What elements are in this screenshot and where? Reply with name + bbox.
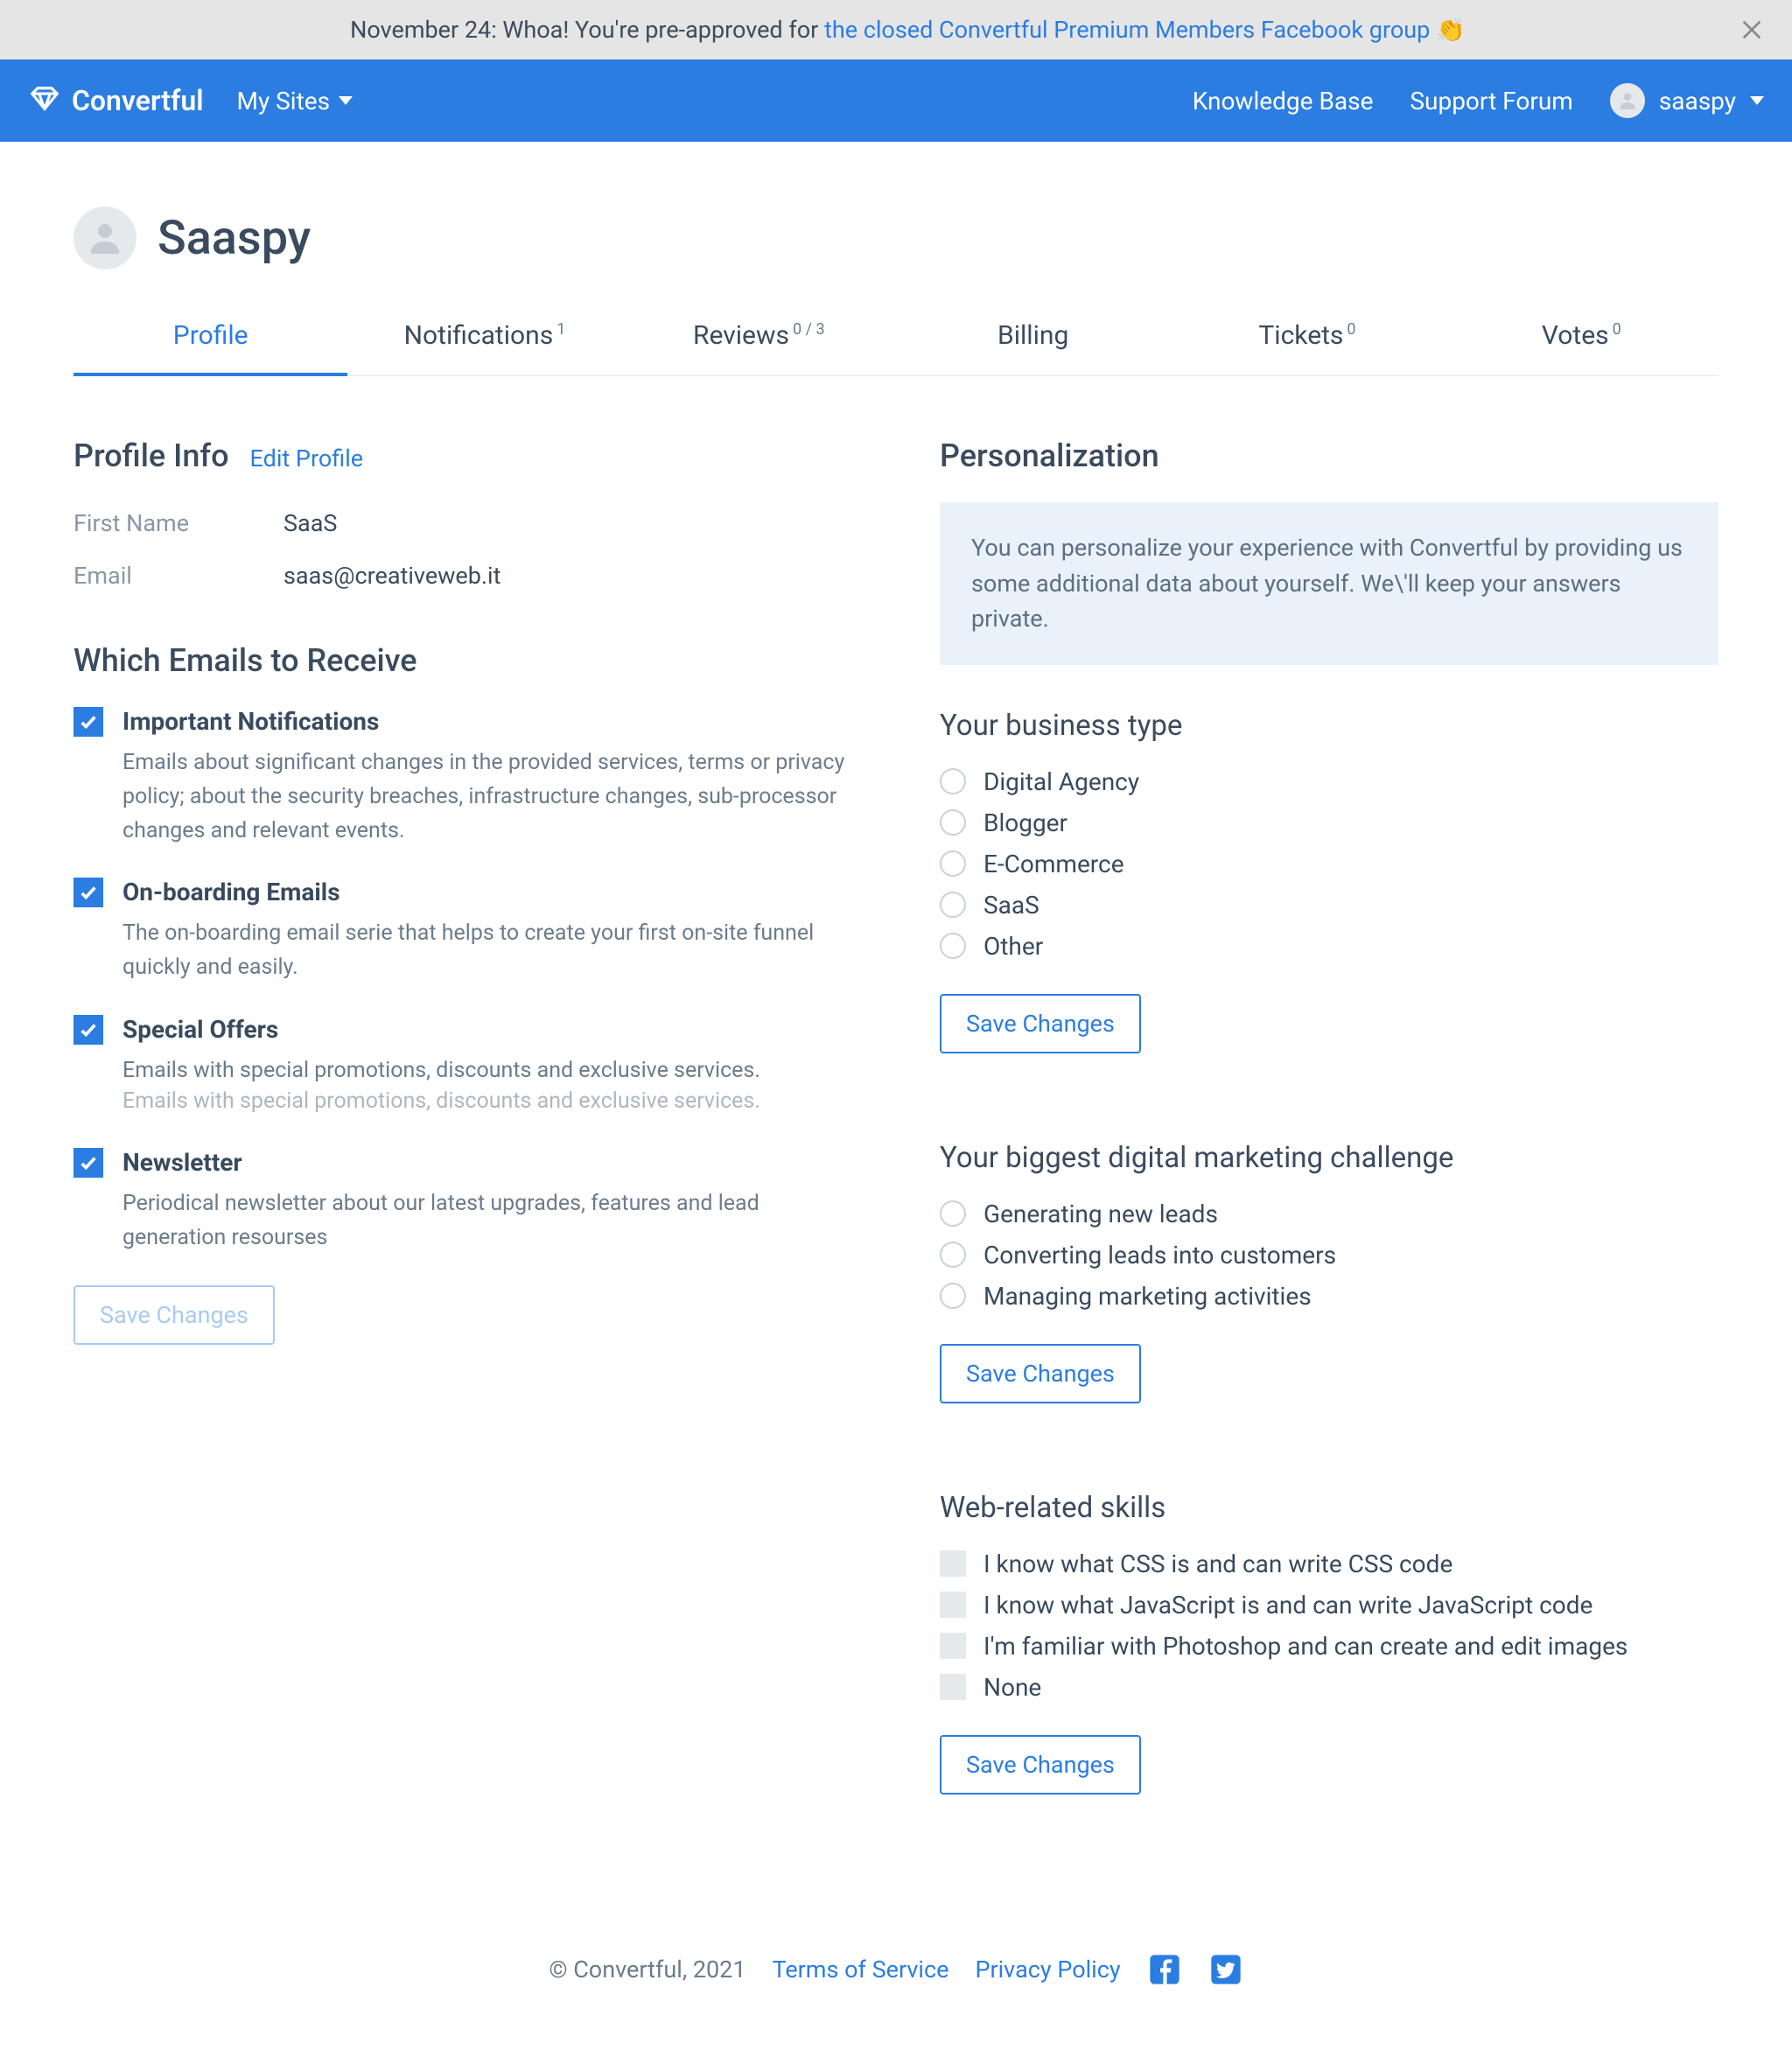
radio-ecommerce[interactable]: E-Commerce [940, 850, 1718, 878]
checkbox-important[interactable] [74, 707, 103, 737]
footer: © Convertful, 2021 Terms of Service Priv… [74, 1900, 1718, 2057]
onboarding-title: On-boarding Emails [122, 878, 852, 906]
tab-tickets[interactable]: Tickets0 [1170, 303, 1444, 375]
skills-heading: Web-related skills [940, 1491, 1718, 1525]
user-header: Saaspy [74, 206, 1718, 269]
banner-text: November 24: Whoa! You're pre-approved f… [326, 0, 1465, 72]
check-js[interactable]: I know what JavaScript is and can write … [940, 1591, 1718, 1620]
emails-heading: Which Emails to Receive [74, 642, 852, 679]
important-desc: Emails about significant changes in the … [122, 746, 852, 848]
page-title: Saaspy [158, 211, 311, 266]
check-photoshop[interactable]: I'm familiar with Photoshop and can crea… [940, 1632, 1718, 1661]
radio-manage-marketing[interactable]: Managing marketing activities [940, 1282, 1718, 1311]
newsletter-desc: Periodical newsletter about our latest u… [122, 1187, 852, 1256]
tab-billing[interactable]: Billing [896, 303, 1170, 375]
banner-link[interactable]: the closed Convertful Premium Members Fa… [824, 16, 1430, 44]
my-sites-menu[interactable]: My Sites [237, 87, 354, 115]
checkbox-newsletter[interactable] [74, 1148, 103, 1178]
first-name-label: First Name [74, 509, 284, 537]
footer-copyright: © Convertful, 2021 [549, 1956, 746, 1984]
email-value: saas@creativeweb.it [284, 562, 500, 590]
radio-digital-agency[interactable]: Digital Agency [940, 767, 1718, 796]
save-emails-button[interactable]: Save Changes [74, 1285, 275, 1345]
radio-icon [940, 1242, 966, 1268]
user-menu[interactable]: saaspy [1610, 83, 1764, 118]
check-css[interactable]: I know what CSS is and can write CSS cod… [940, 1550, 1718, 1578]
privacy-link[interactable]: Privacy Policy [975, 1956, 1120, 1984]
email-label: Email [74, 562, 284, 590]
brand-logo[interactable]: Convertful [28, 84, 204, 117]
checkbox-offers[interactable] [74, 1015, 103, 1045]
business-type-group: Digital Agency Blogger E-Commerce SaaS O… [940, 767, 1718, 961]
radio-icon [940, 768, 966, 794]
checkbox-icon [940, 1592, 966, 1618]
important-title: Important Notifications [122, 707, 852, 736]
terms-link[interactable]: Terms of Service [773, 1956, 949, 1984]
radio-icon [940, 1283, 966, 1309]
save-skills-button[interactable]: Save Changes [940, 1735, 1141, 1795]
banner-prefix: November 24: Whoa! You're pre-approved f… [350, 16, 824, 44]
twitter-icon[interactable] [1208, 1952, 1243, 1987]
tab-profile[interactable]: Profile [74, 303, 347, 375]
support-forum-link[interactable]: Support Forum [1410, 87, 1572, 115]
radio-new-leads[interactable]: Generating new leads [940, 1200, 1718, 1228]
radio-icon [940, 809, 966, 836]
newsletter-title: Newsletter [122, 1148, 852, 1177]
close-icon[interactable] [1738, 16, 1766, 44]
offers-desc: Emails with special promotions, discount… [122, 1054, 760, 1088]
brand-name: Convertful [72, 84, 204, 117]
check-none[interactable]: None [940, 1673, 1718, 1702]
skills-group: I know what CSS is and can write CSS cod… [940, 1550, 1718, 1702]
chevron-down-icon [339, 96, 353, 105]
checkbox-icon [940, 1674, 966, 1700]
edit-profile-link[interactable]: Edit Profile [250, 444, 364, 472]
avatar-icon [1610, 83, 1645, 118]
avatar [74, 206, 136, 269]
my-sites-label: My Sites [237, 87, 331, 115]
personalization-heading: Personalization [940, 437, 1718, 474]
radio-icon [940, 850, 966, 877]
radio-icon [940, 1200, 966, 1227]
challenge-group: Generating new leads Converting leads in… [940, 1200, 1718, 1311]
user-label: saaspy [1659, 87, 1736, 115]
facebook-icon[interactable] [1147, 1952, 1182, 1987]
radio-saas[interactable]: SaaS [940, 891, 1718, 920]
tab-reviews[interactable]: Reviews0 / 3 [622, 303, 896, 375]
chevron-down-icon [1750, 96, 1764, 105]
checkbox-icon [940, 1550, 966, 1577]
personalization-notice: You can personalize your experience with… [940, 502, 1718, 665]
offers-title: Special Offers [122, 1015, 760, 1044]
radio-convert-leads[interactable]: Converting leads into customers [940, 1241, 1718, 1270]
announcement-banner: November 24: Whoa! You're pre-approved f… [0, 0, 1792, 59]
radio-other[interactable]: Other [940, 932, 1718, 961]
radio-icon [940, 933, 966, 959]
offers-dup-desc: Emails with special promotions, discount… [122, 1085, 760, 1119]
save-challenge-button[interactable]: Save Changes [940, 1344, 1141, 1403]
checkbox-onboarding[interactable] [74, 878, 103, 907]
top-nav: Convertful My Sites Knowledge Base Suppo… [0, 59, 1792, 142]
tab-notifications[interactable]: Notifications1 [347, 303, 621, 375]
checkbox-icon [940, 1633, 966, 1659]
save-business-button[interactable]: Save Changes [940, 994, 1141, 1053]
knowledge-base-link[interactable]: Knowledge Base [1193, 87, 1374, 115]
profile-info-heading: Profile Info [74, 437, 229, 474]
banner-emoji: 👏 [1430, 16, 1465, 44]
radio-blogger[interactable]: Blogger [940, 808, 1718, 837]
tab-votes[interactable]: Votes0 [1445, 303, 1718, 375]
business-type-heading: Your business type [940, 709, 1718, 743]
challenge-heading: Your biggest digital marketing challenge [940, 1141, 1718, 1175]
tabs: Profile Notifications1 Reviews0 / 3 Bill… [74, 303, 1718, 376]
radio-icon [940, 892, 966, 918]
first-name-value: SaaS [284, 509, 337, 537]
onboarding-desc: The on-boarding email serie that helps t… [122, 917, 852, 985]
